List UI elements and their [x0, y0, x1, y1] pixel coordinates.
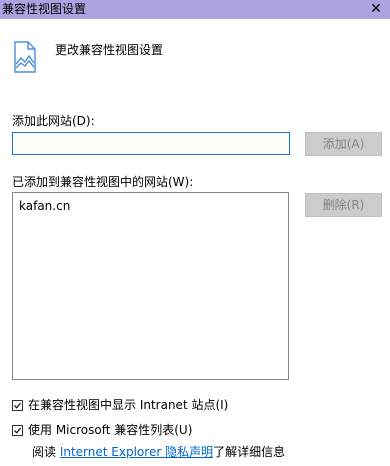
footer-prefix: 阅读	[32, 445, 60, 459]
add-button[interactable]: 添加(A)	[305, 132, 382, 156]
site-list-label: 已添加到兼容性视图中的网站(W):	[12, 175, 194, 189]
list-item[interactable]: kafan.cn	[19, 198, 70, 214]
close-icon: ✕	[370, 1, 382, 17]
remove-button[interactable]: 删除(R)	[305, 193, 382, 217]
page-icon	[12, 41, 38, 73]
ms-list-checkbox-label[interactable]: 使用 Microsoft 兼容性列表(U)	[28, 422, 192, 438]
ms-list-checkbox[interactable]	[12, 425, 23, 436]
checkmark-icon	[14, 427, 21, 434]
close-button[interactable]: ✕	[362, 0, 390, 19]
footer-suffix: 了解详细信息	[213, 445, 286, 459]
site-input[interactable]	[12, 132, 290, 155]
privacy-link[interactable]: Internet Explorer 隐私声明	[60, 445, 213, 459]
header-text: 更改兼容性视图设置	[55, 43, 164, 57]
privacy-footer: 阅读 Internet Explorer 隐私声明了解详细信息	[32, 444, 285, 460]
intranet-checkbox-label[interactable]: 在兼容性视图中显示 Intranet 站点(I)	[28, 397, 228, 413]
intranet-checkbox[interactable]	[12, 400, 23, 411]
title-bar: 兼容性视图设置 ✕	[0, 0, 390, 19]
checkmark-icon	[14, 402, 21, 409]
add-site-label: 添加此网站(D):	[12, 114, 95, 128]
site-list[interactable]: kafan.cn	[12, 192, 289, 380]
window-title: 兼容性视图设置	[2, 2, 87, 16]
